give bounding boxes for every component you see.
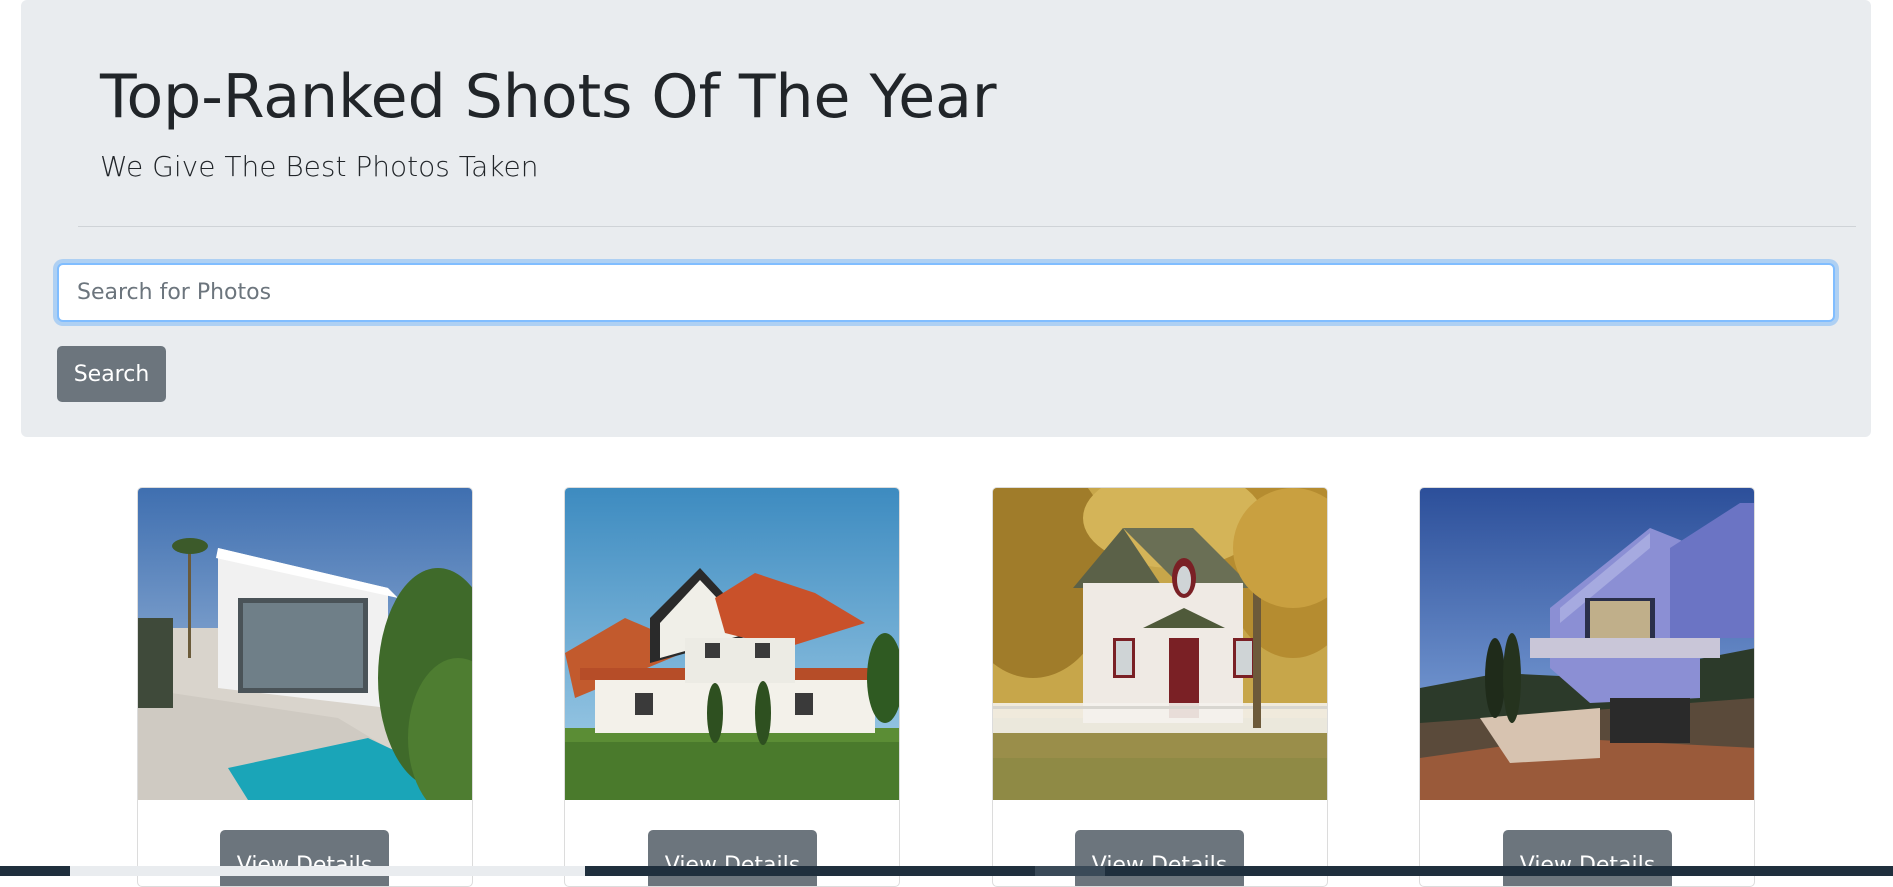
photo-card: View Details [564, 487, 900, 887]
photo-card: View Details [137, 487, 473, 887]
modern-white-house-with-pool-photo[interactable] [138, 488, 472, 800]
taskbar-item[interactable] [70, 866, 585, 876]
page-title: Top-Ranked Shots Of The Year [100, 62, 997, 132]
modern-house-at-dusk-photo[interactable] [1420, 488, 1754, 800]
page-subtitle: We Give The Best Photos Taken [100, 150, 539, 183]
divider [78, 226, 1856, 227]
photo-card: View Details [992, 487, 1328, 887]
search-button[interactable]: Search [57, 346, 166, 402]
view-details-button[interactable]: View Details [220, 830, 389, 886]
view-details-button[interactable]: View Details [1503, 830, 1672, 886]
search-input[interactable] [57, 263, 1835, 322]
jumbotron: Top-Ranked Shots Of The Year We Give The… [21, 0, 1871, 437]
white-cottage-autumn-photo[interactable] [993, 488, 1327, 800]
view-details-button[interactable]: View Details [1075, 830, 1244, 886]
tudor-style-house-photo[interactable] [565, 488, 899, 800]
taskbar-item[interactable] [1035, 866, 1105, 876]
view-details-button[interactable]: View Details [648, 830, 817, 886]
photo-card: View Details [1419, 487, 1755, 887]
taskbar [0, 866, 1893, 876]
